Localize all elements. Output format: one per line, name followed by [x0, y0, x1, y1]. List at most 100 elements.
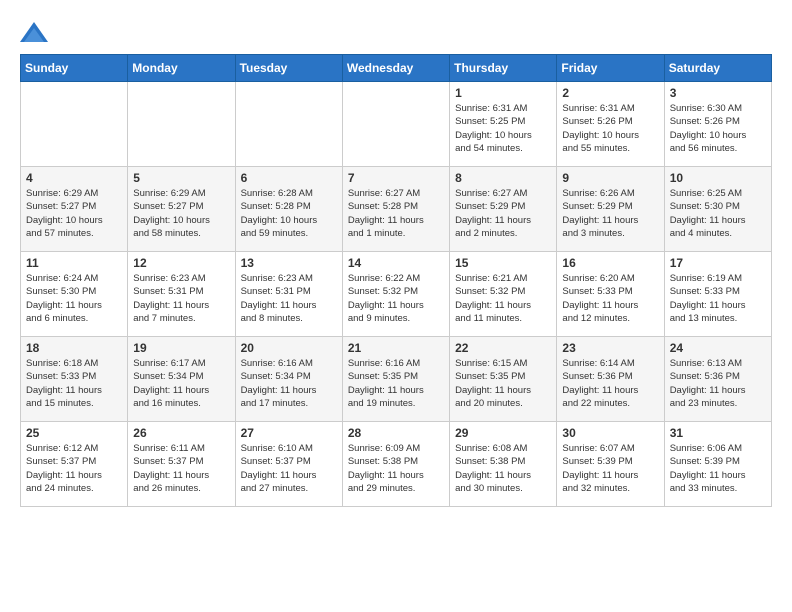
- day-info: Sunrise: 6:09 AM Sunset: 5:38 PM Dayligh…: [348, 442, 444, 495]
- day-number: 6: [241, 171, 337, 185]
- calendar-cell: 5 Sunrise: 6:29 AM Sunset: 5:27 PM Daylig…: [128, 167, 235, 252]
- calendar-cell: 14 Sunrise: 6:22 AM Sunset: 5:32 PM Dayli…: [342, 252, 449, 337]
- day-info: Sunrise: 6:16 AM Sunset: 5:35 PM Dayligh…: [348, 357, 444, 410]
- week-row-3: 11 Sunrise: 6:24 AM Sunset: 5:30 PM Dayli…: [21, 252, 772, 337]
- day-number: 23: [562, 341, 658, 355]
- calendar-cell: 3 Sunrise: 6:30 AM Sunset: 5:26 PM Daylig…: [664, 82, 771, 167]
- calendar-cell: 31 Sunrise: 6:06 AM Sunset: 5:39 PM Dayli…: [664, 422, 771, 507]
- calendar-cell: 7 Sunrise: 6:27 AM Sunset: 5:28 PM Daylig…: [342, 167, 449, 252]
- day-info: Sunrise: 6:30 AM Sunset: 5:26 PM Dayligh…: [670, 102, 766, 155]
- calendar-cell: 6 Sunrise: 6:28 AM Sunset: 5:28 PM Daylig…: [235, 167, 342, 252]
- calendar-cell: 25 Sunrise: 6:12 AM Sunset: 5:37 PM Dayli…: [21, 422, 128, 507]
- day-number: 26: [133, 426, 229, 440]
- calendar-cell: 30 Sunrise: 6:07 AM Sunset: 5:39 PM Dayli…: [557, 422, 664, 507]
- calendar-cell: 4Sunrise: 6:29 AM Sunset: 5:27 PM Daylig…: [21, 167, 128, 252]
- day-number: 20: [241, 341, 337, 355]
- page-header: [20, 20, 772, 44]
- day-info: Sunrise: 6:07 AM Sunset: 5:39 PM Dayligh…: [562, 442, 658, 495]
- day-info: Sunrise: 6:16 AM Sunset: 5:34 PM Dayligh…: [241, 357, 337, 410]
- day-number: 11: [26, 256, 122, 270]
- day-number: 19: [133, 341, 229, 355]
- calendar-cell: [235, 82, 342, 167]
- day-info: Sunrise: 6:28 AM Sunset: 5:28 PM Dayligh…: [241, 187, 337, 240]
- logo-icon: [20, 20, 48, 44]
- day-header-saturday: Saturday: [664, 55, 771, 82]
- calendar-cell: 21 Sunrise: 6:16 AM Sunset: 5:35 PM Dayli…: [342, 337, 449, 422]
- day-info: Sunrise: 6:15 AM Sunset: 5:35 PM Dayligh…: [455, 357, 551, 410]
- day-info: Sunrise: 6:14 AM Sunset: 5:36 PM Dayligh…: [562, 357, 658, 410]
- day-info: Sunrise: 6:29 AM Sunset: 5:27 PM Dayligh…: [133, 187, 229, 240]
- calendar-cell: 23 Sunrise: 6:14 AM Sunset: 5:36 PM Dayli…: [557, 337, 664, 422]
- day-number: 29: [455, 426, 551, 440]
- day-info: Sunrise: 6:11 AM Sunset: 5:37 PM Dayligh…: [133, 442, 229, 495]
- day-info: Sunrise: 6:31 AM Sunset: 5:25 PM Dayligh…: [455, 102, 551, 155]
- day-info: Sunrise: 6:23 AM Sunset: 5:31 PM Dayligh…: [241, 272, 337, 325]
- calendar-cell: [21, 82, 128, 167]
- calendar-cell: 2Sunrise: 6:31 AM Sunset: 5:26 PM Daylig…: [557, 82, 664, 167]
- calendar-cell: 13 Sunrise: 6:23 AM Sunset: 5:31 PM Dayli…: [235, 252, 342, 337]
- day-header-monday: Monday: [128, 55, 235, 82]
- calendar-cell: 9 Sunrise: 6:26 AM Sunset: 5:29 PM Daylig…: [557, 167, 664, 252]
- day-header-friday: Friday: [557, 55, 664, 82]
- day-number: 21: [348, 341, 444, 355]
- day-info: Sunrise: 6:22 AM Sunset: 5:32 PM Dayligh…: [348, 272, 444, 325]
- day-info: Sunrise: 6:24 AM Sunset: 5:30 PM Dayligh…: [26, 272, 122, 325]
- calendar-table: SundayMondayTuesdayWednesdayThursdayFrid…: [20, 54, 772, 507]
- day-number: 15: [455, 256, 551, 270]
- day-number: 4: [26, 171, 122, 185]
- day-info: Sunrise: 6:08 AM Sunset: 5:38 PM Dayligh…: [455, 442, 551, 495]
- day-info: Sunrise: 6:10 AM Sunset: 5:37 PM Dayligh…: [241, 442, 337, 495]
- day-info: Sunrise: 6:23 AM Sunset: 5:31 PM Dayligh…: [133, 272, 229, 325]
- calendar-cell: 26 Sunrise: 6:11 AM Sunset: 5:37 PM Dayli…: [128, 422, 235, 507]
- day-header-thursday: Thursday: [450, 55, 557, 82]
- day-number: 7: [348, 171, 444, 185]
- week-row-5: 25 Sunrise: 6:12 AM Sunset: 5:37 PM Dayli…: [21, 422, 772, 507]
- week-row-2: 4 Sunrise: 6:29 AM Sunset: 5:27 PM Daylig…: [21, 167, 772, 252]
- calendar-cell: [342, 82, 449, 167]
- day-info: Sunrise: 6:27 AM Sunset: 5:28 PM Dayligh…: [348, 187, 444, 240]
- day-info: Sunrise: 6:25 AM Sunset: 5:30 PM Dayligh…: [670, 187, 766, 240]
- day-number: 12: [133, 256, 229, 270]
- day-number: 28: [348, 426, 444, 440]
- day-info: Sunrise: 6:19 AM Sunset: 5:33 PM Dayligh…: [670, 272, 766, 325]
- day-number: 5: [133, 171, 229, 185]
- day-info: Sunrise: 6:18 AM Sunset: 5:33 PM Dayligh…: [26, 357, 122, 410]
- day-number: 22: [455, 341, 551, 355]
- day-number: 14: [348, 256, 444, 270]
- day-header-wednesday: Wednesday: [342, 55, 449, 82]
- day-number: 25: [26, 426, 122, 440]
- day-number: 8: [455, 171, 551, 185]
- day-info: Sunrise: 6:12 AM Sunset: 5:37 PM Dayligh…: [26, 442, 122, 495]
- calendar-cell: 10Sunrise: 6:25 AM Sunset: 5:30 PM Dayli…: [664, 167, 771, 252]
- day-number: 27: [241, 426, 337, 440]
- calendar-cell: 20 Sunrise: 6:16 AM Sunset: 5:34 PM Dayli…: [235, 337, 342, 422]
- calendar-body: 1 Sunrise: 6:31 AM Sunset: 5:25 PM Daylig…: [21, 82, 772, 507]
- day-info: Sunrise: 6:20 AM Sunset: 5:33 PM Dayligh…: [562, 272, 658, 325]
- week-row-4: 18Sunrise: 6:18 AM Sunset: 5:33 PM Dayli…: [21, 337, 772, 422]
- calendar-cell: 22 Sunrise: 6:15 AM Sunset: 5:35 PM Dayli…: [450, 337, 557, 422]
- logo: [20, 20, 52, 44]
- day-number: 30: [562, 426, 658, 440]
- calendar-cell: 17 Sunrise: 6:19 AM Sunset: 5:33 PM Dayli…: [664, 252, 771, 337]
- calendar-cell: 11 Sunrise: 6:24 AM Sunset: 5:30 PM Dayli…: [21, 252, 128, 337]
- day-number: 24: [670, 341, 766, 355]
- day-header-tuesday: Tuesday: [235, 55, 342, 82]
- calendar-header-row: SundayMondayTuesdayWednesdayThursdayFrid…: [21, 55, 772, 82]
- day-number: 16: [562, 256, 658, 270]
- day-info: Sunrise: 6:06 AM Sunset: 5:39 PM Dayligh…: [670, 442, 766, 495]
- calendar-cell: 8Sunrise: 6:27 AM Sunset: 5:29 PM Daylig…: [450, 167, 557, 252]
- day-number: 1: [455, 86, 551, 100]
- day-header-sunday: Sunday: [21, 55, 128, 82]
- day-number: 17: [670, 256, 766, 270]
- calendar-cell: 16 Sunrise: 6:20 AM Sunset: 5:33 PM Dayli…: [557, 252, 664, 337]
- day-number: 31: [670, 426, 766, 440]
- day-info: Sunrise: 6:26 AM Sunset: 5:29 PM Dayligh…: [562, 187, 658, 240]
- day-info: Sunrise: 6:13 AM Sunset: 5:36 PM Dayligh…: [670, 357, 766, 410]
- day-number: 9: [562, 171, 658, 185]
- calendar-cell: 12 Sunrise: 6:23 AM Sunset: 5:31 PM Dayli…: [128, 252, 235, 337]
- day-number: 3: [670, 86, 766, 100]
- day-number: 13: [241, 256, 337, 270]
- calendar-cell: 15Sunrise: 6:21 AM Sunset: 5:32 PM Dayli…: [450, 252, 557, 337]
- calendar-cell: 18Sunrise: 6:18 AM Sunset: 5:33 PM Dayli…: [21, 337, 128, 422]
- day-info: Sunrise: 6:17 AM Sunset: 5:34 PM Dayligh…: [133, 357, 229, 410]
